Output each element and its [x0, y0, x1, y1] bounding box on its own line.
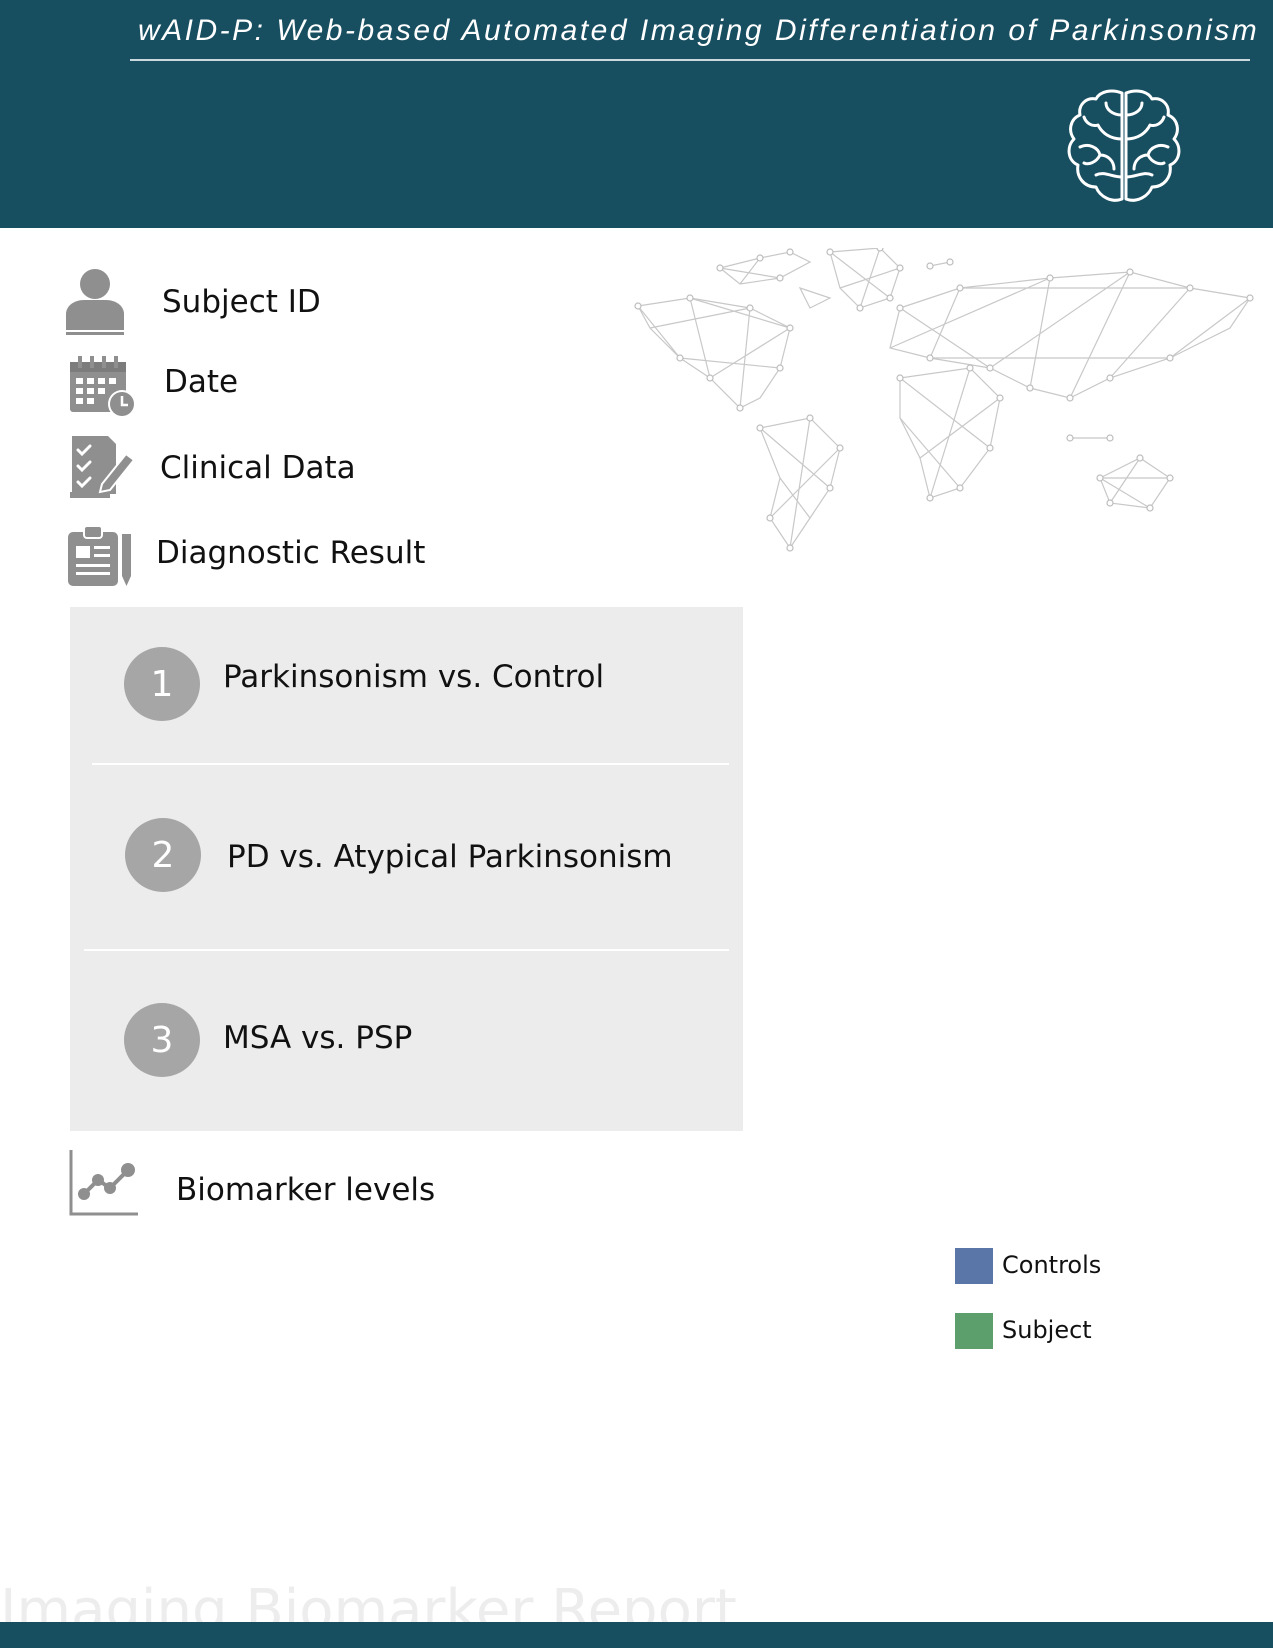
- result-msa-vs-psp: MSA vs. PSP: [223, 1020, 413, 1056]
- legend-swatch-controls: [955, 1248, 993, 1284]
- result-number-badge: 2: [125, 818, 201, 892]
- report-header: wAID-P: Web-based Automated Imaging Diff…: [0, 0, 1273, 228]
- result-divider: [92, 763, 729, 765]
- legend-label-controls: Controls: [1002, 1251, 1102, 1279]
- footer-bar: [0, 1622, 1273, 1648]
- clipboard-report-icon: [68, 525, 131, 586]
- line-chart-icon: [69, 1150, 138, 1216]
- diagnostic-result-label: Diagnostic Result: [156, 535, 426, 571]
- report-title: wAID-P: Web-based Automated Imaging Diff…: [138, 14, 1260, 47]
- result-divider: [84, 949, 729, 951]
- diagnostic-result-panel: 1 Parkinsonism vs. Control 2 PD vs. Atyp…: [70, 607, 743, 1131]
- result-pd-vs-atypical: PD vs. Atypical Parkinsonism: [227, 839, 673, 875]
- legend-label-subject: Subject: [1002, 1316, 1092, 1344]
- date-label: Date: [164, 364, 239, 400]
- biomarker-levels-label: Biomarker levels: [176, 1172, 436, 1208]
- legend-swatch-subject: [955, 1313, 993, 1349]
- header-divider: [130, 59, 1250, 61]
- calendar-clock-icon: [70, 356, 136, 418]
- result-number-badge: 1: [124, 647, 200, 721]
- clipboard-checklist-icon: [70, 436, 136, 498]
- result-number-badge: 3: [124, 1003, 200, 1077]
- world-network-map: [634, 248, 1254, 552]
- clinical-data-label: Clinical Data: [160, 450, 356, 486]
- person-icon: [66, 269, 124, 335]
- brain-icon: [1067, 89, 1181, 202]
- result-parkinsonism-vs-control: Parkinsonism vs. Control: [223, 659, 605, 695]
- subject-id-label: Subject ID: [162, 284, 321, 320]
